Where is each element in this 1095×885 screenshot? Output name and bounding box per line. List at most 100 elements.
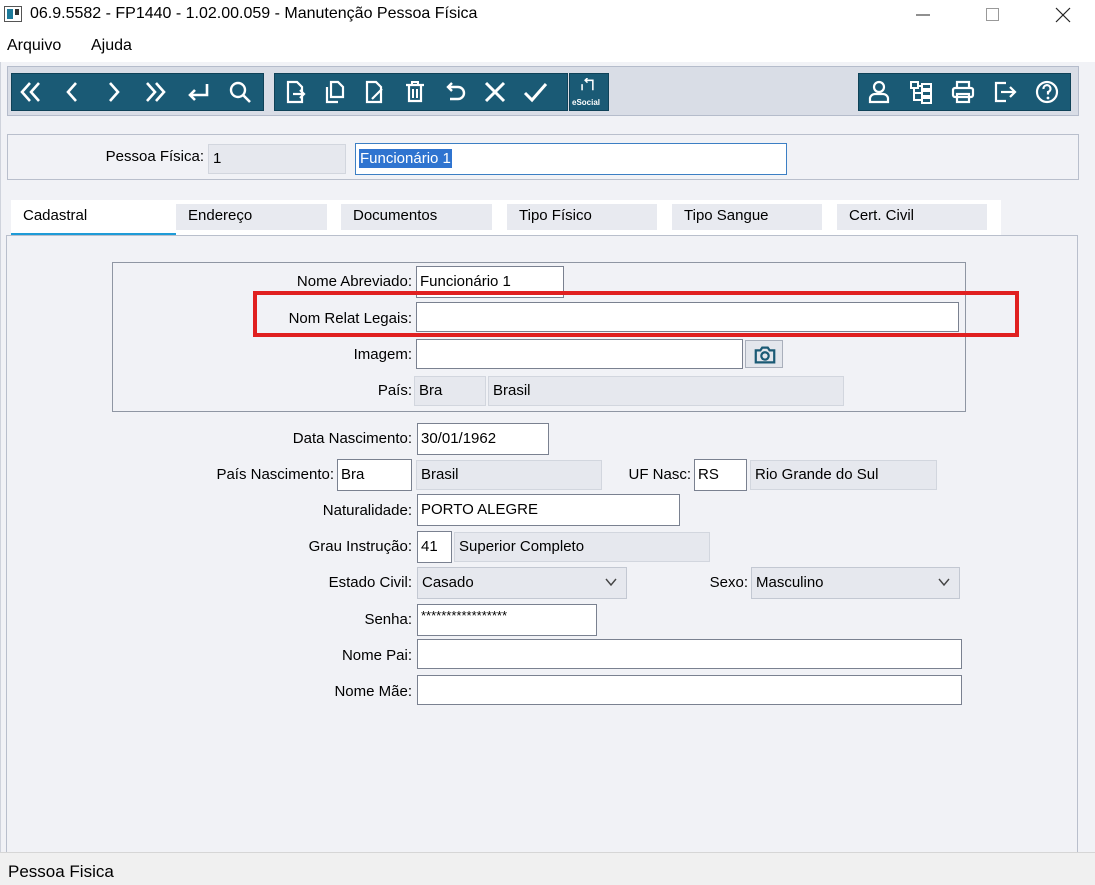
minimize-button[interactable]	[900, 0, 946, 30]
menu-ajuda[interactable]: Ajuda	[91, 37, 132, 55]
highlight-box	[253, 291, 1019, 337]
grau-instrucao-label: Grau Instrução:	[308, 538, 412, 555]
edit-record-icon	[365, 80, 383, 104]
sexo-value: Masculino	[756, 574, 824, 591]
menu-arquivo[interactable]: Arquivo	[7, 37, 61, 55]
next-record-icon	[109, 82, 120, 102]
chevron-down-icon	[938, 578, 950, 587]
sexo-select[interactable]: Masculino	[751, 567, 960, 599]
person-name-input[interactable]: Funcionário 1	[355, 143, 787, 175]
tab-endereco[interactable]: Endereço	[176, 204, 327, 230]
nome-abreviado-label: Nome Abreviado:	[296, 273, 412, 290]
delete-record-icon	[406, 81, 424, 103]
tab-documentos[interactable]: Documentos	[341, 204, 492, 230]
undo-button[interactable]	[439, 74, 471, 110]
naturalidade-input[interactable]: PORTO ALEGRE	[417, 494, 680, 526]
senha-label: Senha:	[364, 611, 412, 628]
person-header: Pessoa Física: 1 Funcionário 1	[7, 134, 1079, 180]
help-button[interactable]	[1031, 74, 1063, 110]
tab-cadastral[interactable]: Cadastral	[11, 204, 176, 236]
cancel-icon	[484, 81, 506, 103]
esocial-button[interactable]: eSocial	[569, 73, 609, 111]
imagem-camera-button[interactable]	[745, 340, 783, 368]
edit-record-button[interactable]	[359, 74, 391, 110]
estado-civil-select[interactable]: Casado	[417, 567, 627, 599]
navigation-group	[11, 73, 264, 111]
nome-mae-input[interactable]	[417, 675, 962, 705]
grau-instrucao-code-input[interactable]: 41	[417, 531, 452, 563]
menu-bar: Arquivo Ajuda	[0, 34, 1095, 60]
tab-cert-civil[interactable]: Cert. Civil	[837, 204, 987, 230]
senha-input[interactable]: *****************	[417, 604, 597, 636]
last-record-icon	[146, 82, 166, 102]
previous-record-icon	[66, 82, 77, 102]
previous-record-button[interactable]	[56, 74, 88, 110]
imagem-label: Imagem:	[353, 346, 412, 363]
status-bar: Pessoa Fisica	[0, 852, 1095, 885]
right-tools-group	[858, 73, 1071, 111]
exit-button[interactable]	[989, 74, 1021, 110]
user-button[interactable]	[863, 74, 895, 110]
title-bar: 06.9.5582 - FP1440 - 1.02.00.059 - Manut…	[0, 0, 1095, 32]
maximize-icon	[986, 8, 999, 21]
data-nascimento-input[interactable]: 30/01/1962	[417, 423, 549, 455]
cancel-button[interactable]	[479, 74, 511, 110]
close-button[interactable]	[1040, 0, 1086, 30]
pais-code-field: Bra	[414, 376, 486, 406]
tab-tipo-sangue[interactable]: Tipo Sangue	[672, 204, 822, 230]
pais-nascimento-label: País Nascimento:	[216, 466, 334, 483]
edit-group	[274, 73, 568, 111]
nome-pai-input[interactable]	[417, 639, 962, 669]
close-icon	[1055, 7, 1071, 23]
person-label: Pessoa Física:	[105, 148, 204, 165]
user-icon	[868, 80, 890, 104]
data-nascimento-label: Data Nascimento:	[292, 430, 412, 447]
delete-record-button[interactable]	[399, 74, 431, 110]
confirm-icon	[523, 83, 548, 103]
pais-nascimento-name-field: Brasil	[416, 460, 602, 490]
esocial-icon	[581, 78, 594, 91]
structure-button[interactable]	[905, 74, 937, 110]
person-name-text: Funcionário 1	[359, 149, 452, 168]
tab-tipo-fisico[interactable]: Tipo Físico	[507, 204, 657, 230]
chevron-down-icon	[605, 578, 617, 587]
esocial-label: eSocial	[572, 98, 601, 107]
maximize-button[interactable]	[970, 0, 1016, 30]
nome-pai-label: Nome Pai:	[341, 647, 412, 664]
pais-nascimento-code-input[interactable]: Bra	[337, 459, 412, 491]
imagem-input[interactable]	[416, 339, 743, 369]
new-record-icon	[286, 80, 306, 104]
print-button[interactable]	[947, 74, 979, 110]
estado-civil-value: Casado	[422, 574, 474, 591]
return-icon	[188, 84, 209, 101]
structure-icon	[910, 81, 932, 104]
uf-nasc-label: UF Nasc:	[628, 466, 691, 483]
window-title: 06.9.5582 - FP1440 - 1.02.00.059 - Manut…	[30, 5, 478, 22]
undo-icon	[446, 82, 466, 101]
copy-record-button[interactable]	[319, 74, 351, 110]
new-record-button[interactable]	[279, 74, 311, 110]
camera-icon	[754, 346, 776, 364]
help-icon	[1035, 80, 1059, 104]
search-icon	[229, 81, 251, 103]
exit-icon	[994, 81, 1017, 103]
first-record-button[interactable]	[14, 74, 46, 110]
pais-name-field: Brasil	[488, 376, 844, 406]
last-record-button[interactable]	[140, 74, 172, 110]
tab-bar: Cadastral Endereço Documentos Tipo Físic…	[11, 200, 1001, 236]
uf-nasc-name-field: Rio Grande do Sul	[750, 460, 937, 490]
nome-mae-label: Nome Mãe:	[334, 683, 412, 700]
return-button[interactable]	[182, 74, 214, 110]
status-text: Pessoa Fisica	[8, 862, 114, 881]
search-button[interactable]	[224, 74, 256, 110]
first-record-icon	[20, 82, 40, 102]
next-record-button[interactable]	[98, 74, 130, 110]
confirm-button[interactable]	[519, 74, 551, 110]
sexo-label: Sexo:	[709, 574, 748, 591]
pais-label: País:	[377, 382, 412, 399]
grau-instrucao-name-field: Superior Completo	[454, 532, 710, 562]
estado-civil-label: Estado Civil:	[328, 574, 412, 591]
print-icon	[951, 80, 975, 104]
uf-nasc-code-input[interactable]: RS	[694, 459, 747, 491]
toolbar: eSocial	[7, 66, 1079, 116]
